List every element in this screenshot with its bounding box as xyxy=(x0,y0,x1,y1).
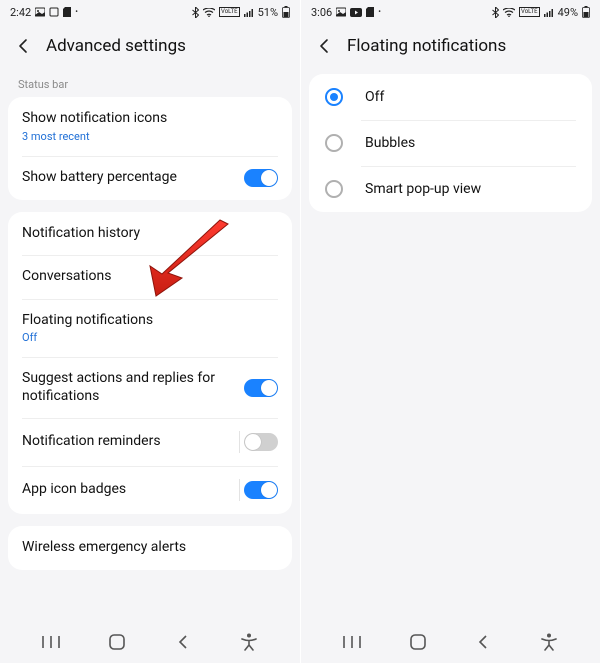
radio-label: Smart pop-up view xyxy=(365,181,481,197)
content-area: Status bar Show notification icons 3 mos… xyxy=(0,74,300,621)
status-left: 2:42 • xyxy=(10,6,78,19)
row-label: App icon badges xyxy=(22,481,126,499)
status-time: 2:42 xyxy=(10,6,31,19)
screen-advanced-settings: 2:42 • VoLTE 51% xyxy=(0,0,300,663)
battery-icon xyxy=(582,6,590,18)
status-time: 3:06 xyxy=(311,6,332,19)
status-right: VoLTE 51% xyxy=(192,6,290,19)
status-bar: 2:42 • VoLTE 51% xyxy=(0,0,300,24)
card-notifications: Notification history Conversations Float… xyxy=(8,212,292,515)
toggle-notification-reminders[interactable] xyxy=(244,433,278,451)
signal-icon xyxy=(544,8,554,17)
row-label: Wireless emergency alerts xyxy=(22,539,186,557)
toggle-app-icon-badges[interactable] xyxy=(244,481,278,499)
back-icon[interactable] xyxy=(14,37,32,55)
youtube-icon xyxy=(350,8,362,17)
battery-text: 49% xyxy=(558,6,578,19)
recents-icon[interactable] xyxy=(40,631,62,653)
gallery-icon xyxy=(35,7,45,17)
row-app-icon-badges[interactable]: App icon badges xyxy=(8,466,292,514)
more-icon: • xyxy=(75,8,78,16)
battery-icon xyxy=(282,6,290,18)
gallery-icon xyxy=(336,7,346,17)
radio-row-smart-popup[interactable]: Smart pop-up view xyxy=(309,166,592,212)
screenshot-icon xyxy=(49,7,59,17)
card-options: Off Bubbles Smart pop-up view xyxy=(309,74,592,212)
content-area: Off Bubbles Smart pop-up view xyxy=(301,74,600,621)
header: Floating notifications xyxy=(301,24,600,74)
row-floating-notifications[interactable]: Floating notifications Off xyxy=(8,299,292,358)
screen-floating-notifications: 3:06 • VoLTE 49% xyxy=(300,0,600,663)
nav-bar xyxy=(0,621,300,663)
radio-label: Off xyxy=(365,89,384,105)
row-label: Notification reminders xyxy=(22,433,161,451)
back-icon[interactable] xyxy=(315,37,333,55)
home-icon[interactable] xyxy=(407,631,429,653)
wifi-icon xyxy=(503,8,515,17)
radio-icon[interactable] xyxy=(325,134,343,152)
row-suggest-actions[interactable]: Suggest actions and replies for notifica… xyxy=(8,357,292,418)
toggle-battery-percentage[interactable] xyxy=(244,169,278,187)
signal-icon xyxy=(244,8,254,17)
back-nav-icon[interactable] xyxy=(172,631,194,653)
row-notification-reminders[interactable]: Notification reminders xyxy=(8,418,292,466)
divider xyxy=(239,479,240,501)
row-show-battery-percentage[interactable]: Show battery percentage xyxy=(8,156,292,200)
radio-row-bubbles[interactable]: Bubbles xyxy=(309,120,592,166)
row-label: Conversations xyxy=(22,268,111,286)
row-label: Suggest actions and replies for notifica… xyxy=(22,370,232,405)
row-sublabel: Off xyxy=(22,331,153,344)
row-label: Notification history xyxy=(22,225,140,243)
row-notification-history[interactable]: Notification history xyxy=(8,212,292,256)
page-title: Floating notifications xyxy=(347,36,506,56)
header: Advanced settings xyxy=(0,24,300,74)
section-label-statusbar: Status bar xyxy=(8,74,292,97)
wifi-icon xyxy=(203,8,215,17)
row-conversations[interactable]: Conversations xyxy=(8,255,292,299)
volte-indicator: VoLTE xyxy=(219,7,240,16)
row-show-notification-icons[interactable]: Show notification icons 3 most recent xyxy=(8,97,292,156)
divider xyxy=(239,431,240,453)
bluetooth-icon xyxy=(192,7,199,18)
row-label: Show notification icons xyxy=(22,110,167,128)
more-icon: • xyxy=(378,8,381,16)
row-sublabel: 3 most recent xyxy=(22,130,167,143)
radio-icon[interactable] xyxy=(325,88,343,106)
status-right: VoLTE 49% xyxy=(492,6,590,19)
sd-card-icon xyxy=(63,7,71,17)
sd-card-icon xyxy=(366,7,374,17)
status-bar: 3:06 • VoLTE 49% xyxy=(301,0,600,24)
row-wireless-emergency-alerts[interactable]: Wireless emergency alerts xyxy=(8,526,292,570)
card-statusbar: Show notification icons 3 most recent Sh… xyxy=(8,97,292,200)
toggle-suggest-actions[interactable] xyxy=(244,379,278,397)
back-nav-icon[interactable] xyxy=(472,631,494,653)
recents-icon[interactable] xyxy=(341,631,363,653)
row-label: Show battery percentage xyxy=(22,169,177,187)
nav-bar xyxy=(301,621,600,663)
accessibility-icon[interactable] xyxy=(238,631,260,653)
home-icon[interactable] xyxy=(106,631,128,653)
radio-row-off[interactable]: Off xyxy=(309,74,592,120)
bluetooth-icon xyxy=(492,7,499,18)
status-left: 3:06 • xyxy=(311,6,381,19)
accessibility-icon[interactable] xyxy=(538,631,560,653)
page-title: Advanced settings xyxy=(46,36,186,56)
battery-text: 51% xyxy=(258,6,278,19)
volte-indicator: VoLTE xyxy=(519,7,540,16)
row-label: Floating notifications xyxy=(22,312,153,330)
card-wireless-alerts: Wireless emergency alerts xyxy=(8,526,292,570)
radio-label: Bubbles xyxy=(365,135,415,151)
radio-icon[interactable] xyxy=(325,180,343,198)
